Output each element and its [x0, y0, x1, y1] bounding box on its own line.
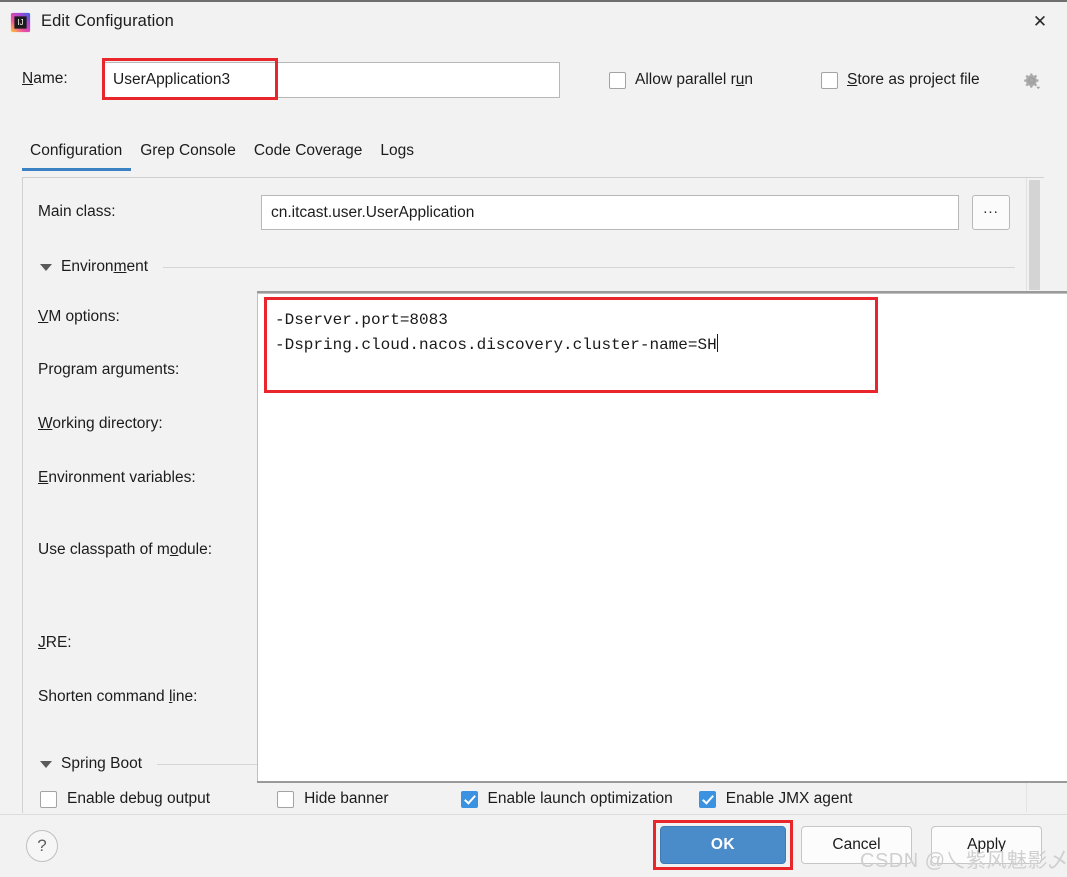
section-spring-boot-label: Spring Boot — [61, 755, 142, 773]
spring-boot-options-row: Enable debug output Hide banner Enable l… — [40, 790, 1030, 808]
watermark: CSDN @乀紫风魅影乄 — [860, 844, 1067, 873]
section-environment-label: Environment — [61, 258, 148, 276]
vm-options-line-1: -Dserver.port=8083 — [275, 311, 448, 329]
enable-jmx-agent-label: Enable JMX agent — [726, 790, 853, 808]
footer-divider — [0, 814, 1067, 815]
enable-launch-optimization-label: Enable launch optimization — [488, 790, 673, 808]
checkbox-box[interactable] — [821, 72, 838, 89]
tab-code-coverage[interactable]: Code Coverage — [245, 142, 372, 171]
name-input[interactable]: UserApplication3 — [102, 62, 560, 98]
tab-grep-console[interactable]: Grep Console — [131, 142, 245, 171]
checkbox-box[interactable] — [40, 791, 57, 808]
store-as-project-file-checkbox[interactable]: Store as project file — [821, 71, 980, 89]
main-class-input[interactable]: cn.itcast.user.UserApplication — [261, 195, 959, 230]
window-title: Edit Configuration — [41, 12, 174, 31]
enable-debug-output-label: Enable debug output — [67, 790, 210, 808]
allow-parallel-run-checkbox[interactable]: Allow parallel run — [609, 71, 753, 89]
tab-configuration[interactable]: Configuration — [22, 142, 131, 171]
vm-options-label: VM options: — [38, 308, 120, 326]
tab-bar: Configuration Grep Console Code Coverage… — [22, 142, 423, 171]
svg-text:IJ: IJ — [17, 18, 23, 27]
hide-banner-label: Hide banner — [304, 790, 388, 808]
working-directory-label: Working directory: — [38, 415, 163, 433]
section-divider — [163, 267, 1015, 268]
chevron-down-icon[interactable] — [40, 761, 52, 768]
name-label: Name: — [22, 70, 68, 88]
checkbox-box[interactable] — [609, 72, 626, 89]
help-button[interactable]: ? — [26, 830, 58, 862]
enable-jmx-agent-checkbox[interactable]: Enable JMX agent — [699, 790, 853, 808]
program-arguments-label: Program arguments: — [38, 361, 179, 379]
gear-icon[interactable] — [1021, 70, 1042, 91]
text-caret — [717, 334, 718, 352]
vm-options-editor-panel[interactable] — [257, 293, 1067, 782]
title-bar: IJ Edit Configuration ✕ — [0, 2, 1067, 41]
panel-scrollbar-thumb[interactable] — [1029, 180, 1040, 290]
enable-debug-output-checkbox[interactable]: Enable debug output — [40, 790, 210, 808]
section-environment[interactable]: Environment — [40, 258, 1015, 276]
name-label-mnemonic: N — [22, 70, 33, 87]
checkbox-box[interactable] — [461, 791, 478, 808]
chevron-down-icon[interactable] — [40, 264, 52, 271]
checkbox-box[interactable] — [699, 791, 716, 808]
use-classpath-of-module-label: Use classpath of module: — [38, 541, 212, 559]
ok-button[interactable]: OK — [660, 826, 786, 864]
jre-label: JRE: — [38, 634, 72, 652]
main-class-browse-button[interactable]: ... — [972, 195, 1010, 230]
enable-launch-optimization-checkbox[interactable]: Enable launch optimization — [461, 790, 673, 808]
intellij-idea-icon: IJ — [10, 12, 31, 33]
close-icon[interactable]: ✕ — [1013, 2, 1067, 41]
vm-options-editor-text[interactable]: -Dserver.port=8083 -Dspring.cloud.nacos.d… — [275, 308, 718, 358]
environment-variables-label: Environment variables: — [38, 469, 196, 487]
allow-parallel-run-label: Allow parallel run — [635, 71, 753, 89]
shorten-command-line-label: Shorten command line: — [38, 688, 197, 706]
hide-banner-checkbox[interactable]: Hide banner — [277, 790, 388, 808]
store-as-project-file-label: Store as project file — [847, 71, 980, 89]
edit-configuration-dialog: IJ Edit Configuration ✕ Name: UserApplic… — [0, 0, 1067, 877]
vm-options-line-2: -Dspring.cloud.nacos.discovery.cluster-n… — [275, 336, 717, 354]
main-class-label: Main class: — [38, 203, 116, 221]
name-label-suffix: ame: — [33, 70, 67, 87]
tab-logs[interactable]: Logs — [371, 142, 423, 171]
checkbox-box[interactable] — [277, 791, 294, 808]
overlay-bottom-divider — [257, 781, 1067, 783]
